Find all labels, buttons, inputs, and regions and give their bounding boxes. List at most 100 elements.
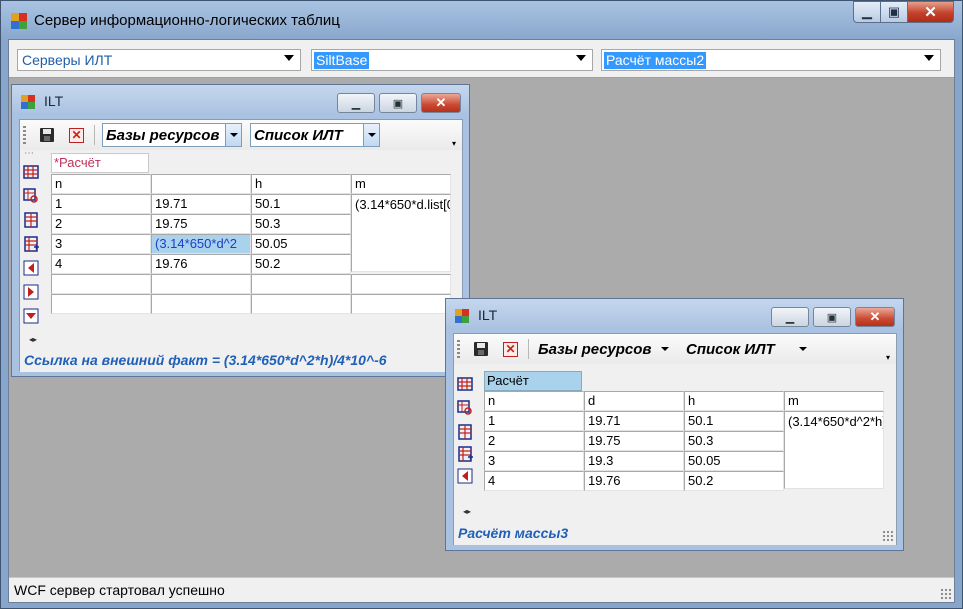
ilt-window-1[interactable]: ILT ▁ ▣ ✕ ✕ Базы ресурсов Список ИЛТ ▾ ⋯ [11,84,470,377]
window-controls: ▁ ▣ ✕ [853,1,954,27]
scroll-left-icon[interactable]: ◂▸ [26,334,40,346]
table-cell[interactable]: 50.05 [251,234,351,254]
table-cell[interactable]: 50.2 [684,471,784,491]
chevron-down-icon [795,338,811,360]
servers-combo[interactable]: Серверы ИЛТ [17,49,301,71]
child-maximize-button[interactable]: ▣ [813,307,851,327]
table-icon[interactable] [23,164,39,180]
close-icon: ✕ [869,309,881,324]
scroll-left-icon[interactable]: ◂▸ [460,506,474,518]
database-combo-value: SiltBase [314,52,370,69]
move-right-icon[interactable] [23,284,39,300]
header-cell[interactable] [151,174,251,194]
insert-row-icon[interactable] [23,236,39,252]
table-cell[interactable]: 50.3 [684,431,784,451]
minimize-button[interactable]: ▁ [853,1,881,23]
table-cell[interactable]: 3 [484,451,584,471]
table-cell[interactable]: 19.75 [151,214,251,234]
move-left-icon[interactable] [457,468,473,484]
save-icon [40,128,54,142]
maximize-button[interactable]: ▣ [881,1,908,23]
table-cell[interactable]: 4 [484,471,584,491]
toolbar-overflow-icon[interactable]: ▾ [452,140,460,148]
database-combo[interactable]: SiltBase [311,49,593,71]
delete-button[interactable]: ✕ [67,126,85,144]
child-client-area: ✕ Базы ресурсов Список ИЛТ ▾ Расчёт n d … [453,333,897,545]
empty-cell[interactable] [51,274,151,294]
minimize-icon: ▁ [785,311,795,324]
table-cell[interactable]: 50.05 [684,451,784,471]
child-maximize-button[interactable]: ▣ [379,93,417,113]
insert-row-icon[interactable] [457,446,473,462]
table-combo[interactable]: Расчёт массы2 [601,49,941,71]
ilt-list-dropdown[interactable]: Список ИЛТ [250,123,380,147]
header-cell[interactable]: n [484,391,584,411]
selected-cell[interactable]: (3.14*650*d^2 [151,234,251,254]
child-close-button[interactable]: ✕ [421,93,461,113]
table-cell[interactable]: 50.2 [251,254,351,274]
empty-cell[interactable] [351,294,451,314]
table-cell[interactable]: 19.71 [584,411,684,431]
table-cell[interactable]: 19.3 [584,451,684,471]
formula-cell[interactable]: (3.14*650*d^2*h)/4*10^-6 [784,411,884,489]
delete-button[interactable]: ✕ [501,340,519,358]
close-button[interactable]: ✕ [908,1,954,23]
empty-cell[interactable] [251,274,351,294]
table-tag[interactable]: *Расчёт [51,153,149,173]
formula-cell[interactable]: (3.14*650*d.list[0]^2*h.list[2])/4*10^-6 [351,194,451,272]
header-cell[interactable]: h [684,391,784,411]
chevron-down-icon [225,124,241,146]
child-minimize-button[interactable]: ▁ [337,93,375,113]
table-cell[interactable]: 2 [51,214,151,234]
table-cell[interactable]: 1 [484,411,584,431]
header-cell[interactable]: m [351,174,451,194]
external-fact-link[interactable]: Ссылка на внешний факт = (3.14*650*d^2*h… [20,348,462,372]
table-cell[interactable]: 2 [484,431,584,451]
table-cell[interactable]: 4 [51,254,151,274]
empty-cell[interactable] [51,294,151,314]
child-minimize-button[interactable]: ▁ [771,307,809,327]
table-cell[interactable]: 50.1 [684,411,784,431]
empty-cell[interactable] [351,274,451,294]
empty-cell[interactable] [151,274,251,294]
header-cell[interactable]: d [584,391,684,411]
table-cell[interactable]: 19.76 [584,471,684,491]
external-fact-link[interactable]: Расчёт массы3 [454,521,896,545]
table-search-icon[interactable] [23,188,39,204]
table-cell[interactable]: 3 [51,234,151,254]
save-icon [474,342,488,356]
move-down-icon[interactable] [23,308,39,324]
add-row-icon[interactable] [23,212,39,228]
table-cell[interactable]: 1 [51,194,151,214]
header-cell[interactable]: n [51,174,151,194]
header-cell[interactable]: h [251,174,351,194]
empty-cell[interactable] [151,294,251,314]
move-left-icon[interactable] [23,260,39,276]
resources-dropdown[interactable]: Базы ресурсов [534,337,674,361]
close-icon: ✕ [435,95,447,110]
status-bar: WCF сервер стартовал успешно [9,577,954,602]
toolbar-overflow-icon[interactable]: ▾ [886,354,894,362]
resize-grip-icon[interactable] [940,588,951,599]
app-icon [21,95,35,109]
ilt-list-dropdown[interactable]: Список ИЛТ [682,337,812,361]
ilt-window-2[interactable]: ILT ▁ ▣ ✕ ✕ Базы ресурсов Список ИЛТ ▾ Р… [445,298,904,551]
add-row-icon[interactable] [457,424,473,440]
table-tag[interactable]: Расчёт [484,371,582,391]
resources-dropdown[interactable]: Базы ресурсов [102,123,242,147]
title-bar[interactable]: Сервер информационно-логических таблиц ▁… [1,1,962,39]
child-close-button[interactable]: ✕ [855,307,895,327]
resources-dropdown-label: Базы ресурсов [106,127,220,144]
table-cell[interactable]: 19.71 [151,194,251,214]
table-cell[interactable]: 50.1 [251,194,351,214]
table-cell[interactable]: 50.3 [251,214,351,234]
empty-cell[interactable] [251,294,351,314]
child-window-title: ILT [478,307,498,323]
table-cell[interactable]: 19.75 [584,431,684,451]
resize-grip-icon[interactable] [882,530,893,541]
table-cell[interactable]: 19.76 [151,254,251,274]
table-icon[interactable] [457,376,473,392]
header-cell[interactable]: m [784,391,884,411]
app-icon [11,13,27,29]
table-search-icon[interactable] [457,400,473,416]
